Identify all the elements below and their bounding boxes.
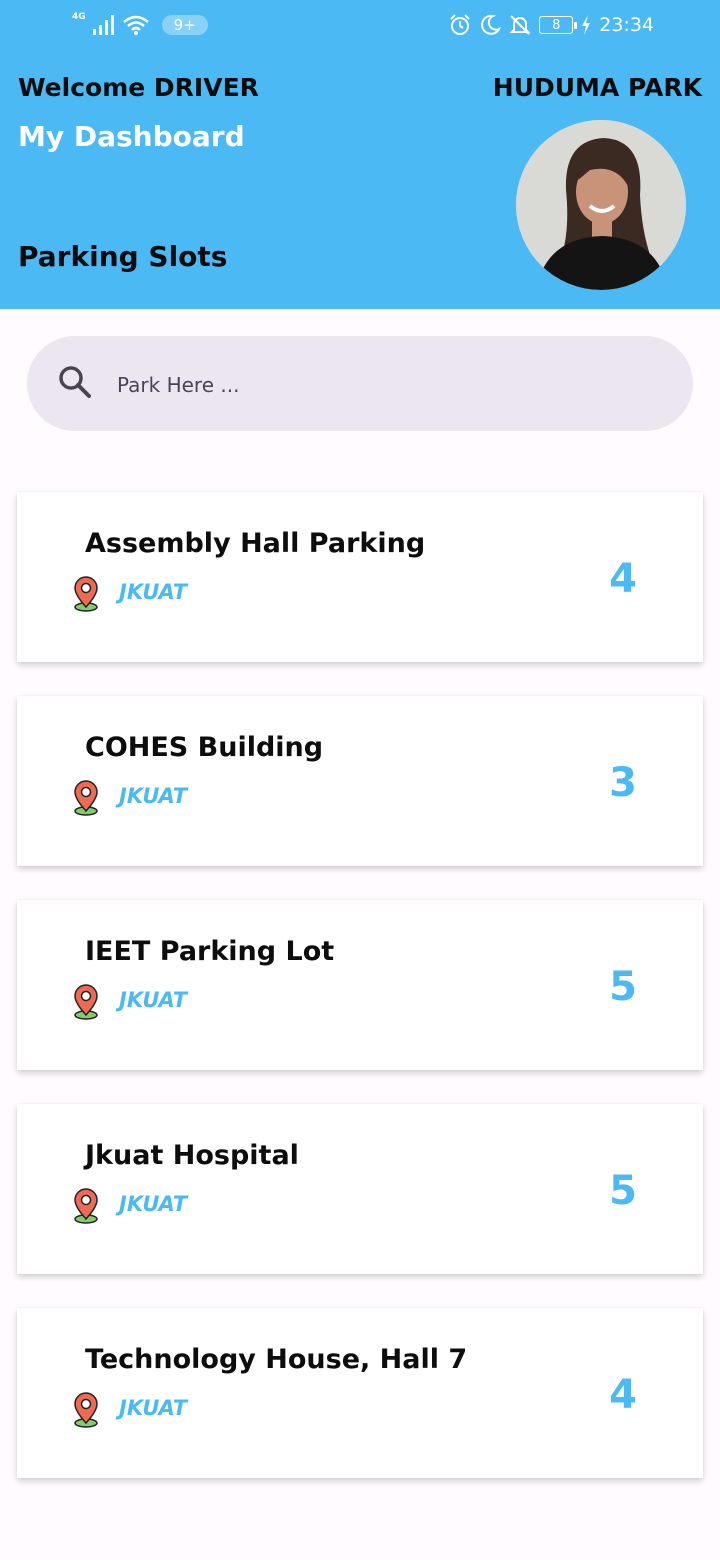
- location-pin-icon: [74, 984, 98, 1020]
- welcome-text: Welcome DRIVER: [18, 73, 259, 102]
- page-title: My Dashboard: [18, 120, 245, 153]
- clock: 23:34: [599, 14, 654, 36]
- battery-icon: 8: [539, 16, 578, 34]
- location-pin-icon: [74, 780, 98, 816]
- parking-card-assembly-hall[interactable]: Assembly Hall Parking JKUAT 4: [17, 492, 703, 662]
- avatar[interactable]: [516, 120, 686, 290]
- search-bar[interactable]: [27, 336, 693, 431]
- parking-card-technology-house[interactable]: Technology House, Hall 7 JKUAT 4: [17, 1308, 703, 1478]
- parking-card-cohes-building[interactable]: COHES Building JKUAT 3: [17, 696, 703, 866]
- network-type: 4G: [72, 12, 86, 22]
- wifi-icon: [122, 15, 149, 35]
- location-pin-icon: [74, 576, 98, 612]
- section-title: Parking Slots: [18, 240, 228, 273]
- parking-location: JKUAT: [119, 1396, 188, 1420]
- app-header: 4G 9+ 8 23:34 Welcome DRIVER HUDUMA PARK…: [0, 0, 720, 309]
- app-brand: HUDUMA PARK: [492, 73, 702, 102]
- available-slots: 5: [609, 1168, 637, 1214]
- parking-name: COHES Building: [85, 732, 324, 763]
- available-slots: 3: [609, 760, 637, 806]
- parking-card-ieet-parking-lot[interactable]: IEET Parking Lot JKUAT 5: [17, 900, 703, 1070]
- parking-name: Technology House, Hall 7: [85, 1344, 468, 1375]
- available-slots: 4: [609, 1372, 637, 1418]
- alarm-icon: [450, 14, 470, 35]
- parking-location: JKUAT: [119, 1192, 188, 1216]
- parking-name: Jkuat Hospital: [85, 1140, 299, 1171]
- parking-name: Assembly Hall Parking: [85, 528, 426, 559]
- parking-card-jkuat-hospital[interactable]: Jkuat Hospital JKUAT 5: [17, 1104, 703, 1274]
- parking-location: JKUAT: [119, 784, 188, 808]
- notification-badge: 9+: [161, 15, 208, 35]
- location-pin-icon: [74, 1392, 98, 1428]
- status-bar-right: 8 23:34: [449, 14, 654, 36]
- status-bar-left: 4G 9+: [72, 12, 208, 36]
- location-pin-icon: [74, 1188, 98, 1224]
- search-icon[interactable]: [57, 364, 93, 400]
- charging-icon: [582, 15, 591, 35]
- available-slots: 4: [609, 556, 637, 602]
- signal-icon: [92, 15, 114, 35]
- parking-location: JKUAT: [119, 580, 188, 604]
- bell-off-icon: [509, 15, 531, 35]
- parking-name: IEET Parking Lot: [85, 936, 335, 967]
- parking-location: JKUAT: [119, 988, 188, 1012]
- moon-icon: [481, 14, 502, 35]
- status-bar: 4G 9+ 8 23:34: [0, 0, 720, 56]
- available-slots: 5: [609, 964, 637, 1010]
- search-input[interactable]: [115, 358, 659, 412]
- avatar-image: [516, 120, 686, 290]
